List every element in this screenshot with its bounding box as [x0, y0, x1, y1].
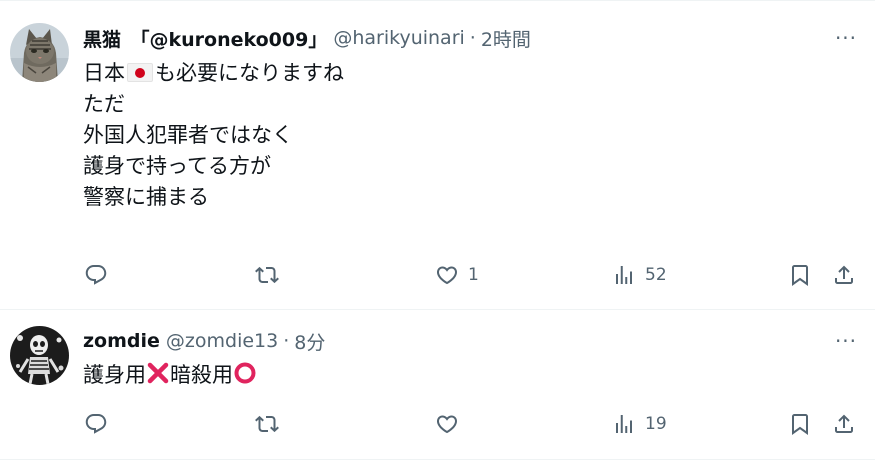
views-chart-icon — [616, 415, 632, 433]
tweet-header: zomdie @zomdie13 · 8分 — [83, 328, 815, 354]
share-button[interactable] — [832, 260, 856, 290]
views-count: 19 — [645, 414, 667, 434]
tweet-header: 黒猫 「@kuroneko009」 @harikyuinari · 2時間 — [83, 25, 815, 51]
views-button[interactable]: 52 — [612, 260, 667, 290]
bookmark-button[interactable] — [788, 260, 812, 290]
user-handle[interactable]: @zomdie13 — [166, 330, 278, 352]
tweet-text: 護身用 暗殺用 — [83, 360, 815, 391]
like-button[interactable]: 1 — [435, 260, 479, 290]
share-icon — [835, 414, 853, 433]
more-options-button[interactable]: ··· — [833, 328, 859, 354]
display-name[interactable]: 黒猫 「@kuroneko009」 — [83, 25, 327, 52]
more-icon: ··· — [834, 26, 858, 50]
hollow-circle-icon — [234, 362, 256, 384]
tweet[interactable]: zomdie @zomdie13 · 8分 ··· 護身用 暗殺用 19 — [0, 310, 875, 460]
cross-mark-icon — [147, 362, 169, 384]
tweet-actions: 19 — [80, 409, 861, 439]
views-button[interactable]: 19 — [612, 409, 667, 439]
retweet-icon — [255, 266, 279, 284]
share-button[interactable] — [832, 409, 856, 439]
separator-dot: · — [283, 330, 290, 352]
like-button[interactable] — [435, 409, 468, 439]
bookmark-button[interactable] — [788, 409, 812, 439]
retweet-button[interactable] — [255, 260, 288, 290]
like-count: 1 — [468, 265, 479, 285]
reply-icon — [85, 414, 107, 434]
heart-icon — [436, 415, 458, 434]
views-chart-icon — [616, 266, 632, 284]
bookmark-icon — [792, 265, 808, 286]
cat-avatar-icon — [10, 23, 69, 82]
tweet-actions: 1 52 — [80, 260, 861, 290]
user-handle[interactable]: @harikyuinari — [333, 27, 464, 49]
heart-icon — [436, 266, 458, 285]
skeleton-avatar-icon — [10, 326, 69, 385]
retweet-icon — [255, 415, 279, 433]
reply-icon — [85, 265, 107, 285]
separator-dot: · — [469, 27, 476, 49]
avatar[interactable] — [10, 23, 69, 82]
tweet-text-part: も必要になりますね — [155, 61, 344, 85]
share-icon — [835, 265, 853, 284]
tweet-text: 日本 も必要になりますね ただ 外国人犯罪者ではなく 護身で持ってる方が 警察に捕… — [83, 58, 815, 213]
more-options-button[interactable]: ··· — [833, 25, 859, 51]
views-count: 52 — [645, 265, 667, 285]
tweet[interactable]: 黒猫 「@kuroneko009」 @harikyuinari · 2時間 ··… — [0, 0, 875, 310]
more-icon: ··· — [834, 329, 858, 353]
tweet-text-part: 暗殺用 — [170, 363, 233, 387]
tweet-text-part: ただ 外国人犯罪者ではなく 護身で持ってる方が 警察に捕まる — [83, 92, 293, 209]
bookmark-icon — [792, 414, 808, 435]
timestamp[interactable]: 8分 — [294, 328, 325, 355]
reply-button[interactable] — [84, 260, 117, 290]
reply-button[interactable] — [84, 409, 117, 439]
retweet-button[interactable] — [255, 409, 288, 439]
timestamp[interactable]: 2時間 — [481, 25, 531, 52]
avatar[interactable] — [10, 326, 69, 385]
japan-flag-icon — [127, 63, 153, 82]
tweet-text-part: 日本 — [83, 61, 125, 85]
tweet-text-part: 護身用 — [83, 363, 146, 387]
display-name[interactable]: zomdie — [83, 330, 160, 352]
